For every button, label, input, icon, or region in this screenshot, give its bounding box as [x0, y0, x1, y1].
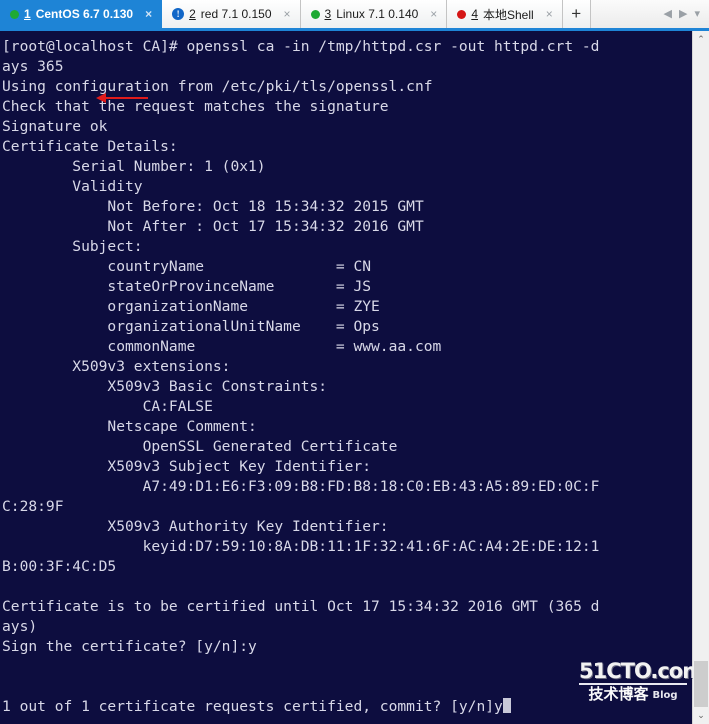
- terminal-line: X509v3 Subject Key Identifier:: [2, 458, 372, 475]
- terminal-line: 1 out of 1 certificate requests certifie…: [2, 697, 692, 717]
- terminal-line: Certificate is to be certified until Oct…: [2, 598, 600, 615]
- terminal-line: X509v3 extensions:: [2, 358, 231, 375]
- tab-label: 本地Shell: [483, 7, 534, 22]
- terminal-line: countryName = CN: [2, 258, 372, 275]
- terminal-line: Not After : Oct 17 15:34:32 2016 GMT: [2, 218, 424, 235]
- tab-index: 1: [24, 7, 31, 21]
- tab-prev-icon[interactable]: ◀: [664, 8, 672, 20]
- terminal-line: keyid:D7:59:10:8A:DB:11:1F:32:41:6F:AC:A…: [2, 538, 600, 555]
- close-icon[interactable]: ×: [284, 8, 291, 20]
- tab-index: 4: [471, 7, 478, 21]
- terminal-cursor: [502, 698, 511, 713]
- terminal-line: X509v3 Basic Constraints:: [2, 378, 328, 395]
- tab-index: 2: [189, 7, 196, 21]
- red-dot-icon: [457, 9, 467, 19]
- scrollbar-track[interactable]: [693, 48, 709, 707]
- terminal-line: B:00:3F:4C:D5: [2, 558, 117, 575]
- terminal-line: [root@localhost CA]# openssl ca -in /tmp…: [2, 38, 600, 55]
- terminal-window: [root@localhost CA]# openssl ca -in /tmp…: [0, 31, 709, 724]
- close-icon[interactable]: ×: [145, 8, 152, 20]
- terminal-line: Sign the certificate? [y/n]:y: [2, 638, 257, 655]
- scroll-down-icon[interactable]: ⌄: [693, 707, 709, 724]
- terminal-line: stateOrProvinceName = JS: [2, 278, 372, 295]
- terminal-line: Subject:: [2, 238, 143, 255]
- tab-local-shell[interactable]: 4 本地Shell ×: [447, 0, 563, 28]
- new-tab-button[interactable]: +: [562, 0, 591, 28]
- terminal-line: Netscape Comment:: [2, 418, 257, 435]
- terminal-line: ays): [2, 618, 38, 635]
- terminal-line: ays 365: [2, 58, 64, 75]
- tab-menu-chevron-down-icon[interactable]: ▾: [694, 8, 700, 20]
- terminal-line: OpenSSL Generated Certificate: [2, 438, 398, 455]
- tab-centos[interactable]: 1 CentOS 6.7 0.130 ×: [0, 0, 163, 28]
- scroll-up-icon[interactable]: ⌃: [693, 31, 709, 48]
- tab-label: Linux 7.1 0.140: [336, 7, 419, 21]
- tab-index: 3: [324, 7, 332, 21]
- terminal-line: Certificate Details:: [2, 138, 178, 155]
- tab-bar: 1 CentOS 6.7 0.130 × ! 2 red 7.1 0.150 ×…: [0, 0, 709, 31]
- terminal-line: Signature ok: [2, 118, 108, 135]
- terminal-line: Check that the request matches the signa…: [2, 98, 389, 115]
- terminal-line: commonName = www.aa.com: [2, 338, 442, 355]
- tab-next-icon[interactable]: ▶: [679, 8, 687, 20]
- green-dot-icon: [10, 9, 19, 19]
- terminal-line: Validity: [2, 178, 143, 195]
- terminal-line: X509v3 Authority Key Identifier:: [2, 518, 389, 535]
- terminal-line: A7:49:D1:E6:F3:09:B8:FD:B8:18:C0:EB:43:A…: [2, 478, 600, 495]
- green-dot-icon: [310, 9, 320, 19]
- terminal-output[interactable]: [root@localhost CA]# openssl ca -in /tmp…: [0, 31, 692, 724]
- terminal-line: CA:FALSE: [2, 398, 213, 415]
- vertical-scrollbar[interactable]: ⌃ ⌄: [692, 31, 709, 724]
- tab-red[interactable]: ! 2 red 7.1 0.150 ×: [162, 0, 301, 28]
- warning-badge-icon: !: [172, 8, 185, 20]
- close-icon[interactable]: ×: [546, 8, 553, 20]
- terminal-line: organizationalUnitName = Ops: [2, 318, 380, 335]
- terminal-line: Not Before: Oct 18 15:34:32 2015 GMT: [2, 198, 424, 215]
- tab-label: red 7.1 0.150: [200, 7, 272, 21]
- terminal-line: Using configuration from /etc/pki/tls/op…: [2, 78, 433, 95]
- terminal-line: C:28:9F: [2, 498, 64, 515]
- tab-linux[interactable]: 3 Linux 7.1 0.140 ×: [300, 0, 448, 28]
- tab-bar-spacer: [590, 0, 660, 28]
- tab-label: CentOS 6.7 0.130: [35, 7, 134, 21]
- scrollbar-thumb[interactable]: [694, 661, 708, 707]
- terminal-line: Serial Number: 1 (0x1): [2, 158, 266, 175]
- terminal-line: organizationName = ZYE: [2, 298, 380, 315]
- close-icon[interactable]: ×: [430, 8, 437, 20]
- tab-nav-controls: ◀ ▶ ▾: [659, 0, 709, 28]
